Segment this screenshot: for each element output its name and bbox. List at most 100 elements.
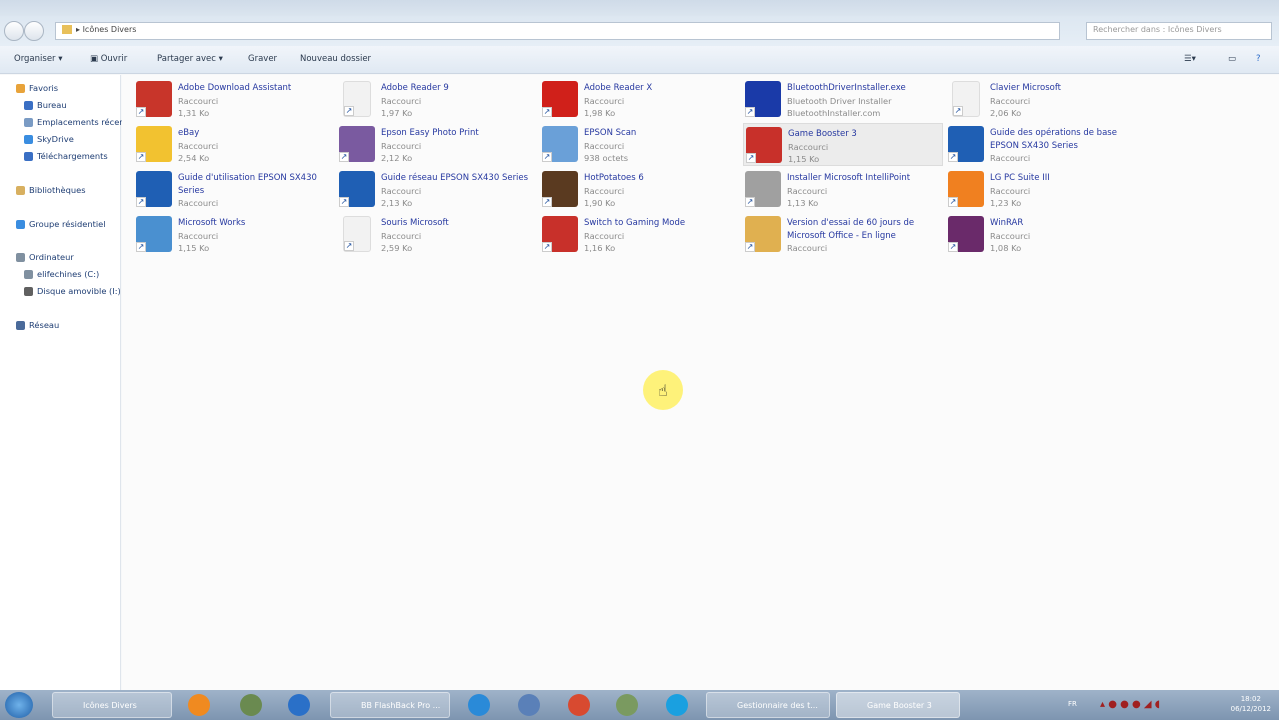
clock[interactable]: 18:02 06/12/2012	[1231, 694, 1271, 714]
app-icon-3[interactable]	[616, 694, 638, 716]
internet-explorer-icon[interactable]	[468, 694, 490, 716]
file-item[interactable]: ↗ Installer Microsoft IntelliPoint Raccou…	[743, 168, 943, 211]
file-size: 1,13 Ko	[787, 198, 819, 208]
file-name: Adobe Download Assistant	[178, 83, 292, 93]
file-name: Clavier Microsoft	[990, 83, 1062, 93]
shortcut-arrow-icon: ↗	[745, 107, 755, 117]
file-item[interactable]: ↗ eBay Raccourci 2,54 Ko	[134, 123, 334, 166]
file-name: Guide des opérations de base EPSON SX430…	[990, 128, 1117, 151]
shortcut-icon: ↗	[542, 216, 578, 252]
file-item[interactable]: ↗ Version d'essai de 60 jours de Microso…	[743, 213, 943, 256]
file-type: Raccourci	[990, 153, 1031, 163]
shortcut-icon: ↗	[542, 171, 578, 207]
organize-button[interactable]: Organiser ▾	[14, 54, 63, 64]
file-name: LG PC Suite III	[990, 173, 1050, 183]
shortcut-icon: ↗	[339, 126, 375, 162]
sidebar-item[interactable]: Ordinateur	[16, 252, 122, 262]
file-item[interactable]: ↗ BluetoothDriverInstaller.exe Bluetooth …	[743, 78, 943, 121]
file-type: Raccourci	[381, 140, 422, 151]
file-item[interactable]: ↗ Adobe Download Assistant Raccourci 1,31 …	[134, 78, 334, 121]
file-name: Version d'essai de 60 jours de Microsoft…	[787, 218, 915, 241]
file-type: Raccourci	[178, 140, 219, 151]
shortcut-icon: ↗	[339, 171, 375, 207]
shortcut-arrow-icon: ↗	[344, 241, 354, 251]
file-name: WinRAR	[990, 218, 1024, 228]
sidebar-item-icon	[24, 287, 33, 296]
file-size: 1,97 Ko	[381, 108, 413, 118]
task-manager[interactable]: Gestionnaire des t...	[706, 692, 830, 718]
share-button[interactable]: Partager avec ▾	[157, 54, 223, 64]
shortcut-arrow-icon: ↗	[136, 242, 146, 252]
shortcut-icon: ↗	[745, 81, 781, 117]
paint-icon[interactable]	[240, 694, 262, 716]
sidebar-item-icon	[24, 118, 33, 127]
task-explorer[interactable]: Icônes Divers	[52, 692, 172, 718]
new-folder-button[interactable]: Nouveau dossier	[300, 54, 371, 64]
preview-pane-icon[interactable]: ▭	[1228, 54, 1236, 64]
file-item[interactable]: ↗ Souris Microsoft Raccourci 2,59 Ko	[337, 213, 537, 256]
file-type: Raccourci	[787, 185, 828, 196]
file-item[interactable]: ↗ Switch to Gaming Mode Raccourci 1,16 Ko	[540, 213, 740, 256]
shortcut-arrow-icon: ↗	[136, 107, 146, 117]
start-button[interactable]	[5, 692, 33, 718]
shortcut-arrow-icon: ↗	[542, 242, 552, 252]
file-item[interactable]: ↗ Guide d'utilisation EPSON SX430 Series…	[134, 168, 334, 211]
app-icon[interactable]	[288, 694, 310, 716]
language-indicator[interactable]: FR	[1068, 700, 1077, 708]
sidebar-item[interactable]: SkyDrive	[24, 134, 130, 144]
mouse-cursor-highlight: ☝	[643, 370, 683, 410]
file-item[interactable]: ↗ Game Booster 3 Raccourci 1,15 Ko	[743, 123, 943, 166]
sidebar-item-label: Favoris	[29, 83, 59, 93]
open-button[interactable]: ▣ Ouvrir	[90, 54, 127, 64]
shortcut-arrow-icon: ↗	[136, 197, 146, 207]
view-options-icon[interactable]: ☰▾	[1184, 54, 1196, 64]
file-item[interactable]: ↗ Clavier Microsoft Raccourci 2,06 Ko	[946, 78, 1146, 121]
task-flashback[interactable]: BB FlashBack Pro ...	[330, 692, 450, 718]
sidebar-item[interactable]: Bureau	[24, 100, 130, 110]
skype-icon[interactable]	[666, 694, 688, 716]
search-input[interactable]: Rechercher dans : Icônes Divers	[1086, 22, 1272, 40]
sidebar-item-label: Bureau	[37, 100, 67, 110]
forward-button[interactable]	[24, 21, 44, 41]
shortcut-arrow-icon: ↗	[136, 152, 146, 162]
toolbar: Organiser ▾ ▣ Ouvrir Partager avec ▾ Gra…	[0, 46, 1279, 74]
file-item[interactable]: ↗ LG PC Suite III Raccourci 1,23 Ko	[946, 168, 1146, 211]
sidebar-item[interactable]: Téléchargements	[24, 151, 130, 161]
sidebar-item-label: elifechines (C:)	[37, 269, 100, 279]
sidebar-item[interactable]: Favoris	[16, 83, 122, 93]
task-game-booster[interactable]: Game Booster 3	[836, 692, 960, 718]
file-item[interactable]: ↗ Guide réseau EPSON SX430 Series Raccour…	[337, 168, 537, 211]
file-type: Raccourci	[178, 230, 219, 241]
file-item[interactable]: ↗ Epson Easy Photo Print Raccourci 2,12 Ko	[337, 123, 537, 166]
app-icon-2[interactable]	[518, 694, 540, 716]
file-item[interactable]: ↗ Adobe Reader X Raccourci 1,98 Ko	[540, 78, 740, 121]
sidebar-item[interactable]: Groupe résidentiel	[16, 219, 122, 229]
help-icon[interactable]: ?	[1256, 54, 1261, 64]
file-item[interactable]: ↗ WinRAR Raccourci 1,08 Ko	[946, 213, 1146, 256]
file-item[interactable]: ↗ EPSON Scan Raccourci 938 octets	[540, 123, 740, 166]
sidebar-item[interactable]: Emplacements récents	[24, 117, 130, 127]
burn-button[interactable]: Graver	[248, 54, 277, 64]
sidebar-item[interactable]: Bibliothèques	[16, 185, 122, 195]
tray-icons[interactable]: ▴ ● ● ● ◢ ◖	[1100, 699, 1160, 710]
media-player-icon[interactable]	[188, 694, 210, 716]
sidebar-item[interactable]: Disque amovible (I:)	[24, 286, 130, 296]
file-name: Souris Microsoft	[381, 218, 449, 228]
file-item[interactable]: ↗ HotPotatoes 6 Raccourci 1,90 Ko	[540, 168, 740, 211]
file-name: Guide réseau EPSON SX430 Series	[381, 173, 529, 183]
sidebar-item[interactable]: elifechines (C:)	[24, 269, 130, 279]
file-name: BluetoothDriverInstaller.exe	[787, 83, 906, 93]
file-type: Bluetooth Driver Installer	[787, 95, 892, 106]
address-bar[interactable]: ▸ Icônes Divers	[55, 22, 1060, 40]
chrome-icon[interactable]	[568, 694, 590, 716]
file-name: Microsoft Works	[178, 218, 246, 228]
shortcut-icon: ↗	[136, 81, 172, 117]
file-item[interactable]: ↗ Microsoft Works Raccourci 1,15 Ko	[134, 213, 334, 256]
back-button[interactable]	[4, 21, 24, 41]
shortcut-arrow-icon: ↗	[746, 153, 756, 163]
sidebar-item[interactable]: Réseau	[16, 320, 122, 330]
file-item[interactable]: ↗ Guide des opérations de base EPSON SX4…	[946, 123, 1146, 166]
file-item[interactable]: ↗ Adobe Reader 9 Raccourci 1,97 Ko	[337, 78, 537, 121]
shortcut-arrow-icon: ↗	[953, 106, 963, 116]
file-type: Raccourci	[178, 95, 219, 106]
